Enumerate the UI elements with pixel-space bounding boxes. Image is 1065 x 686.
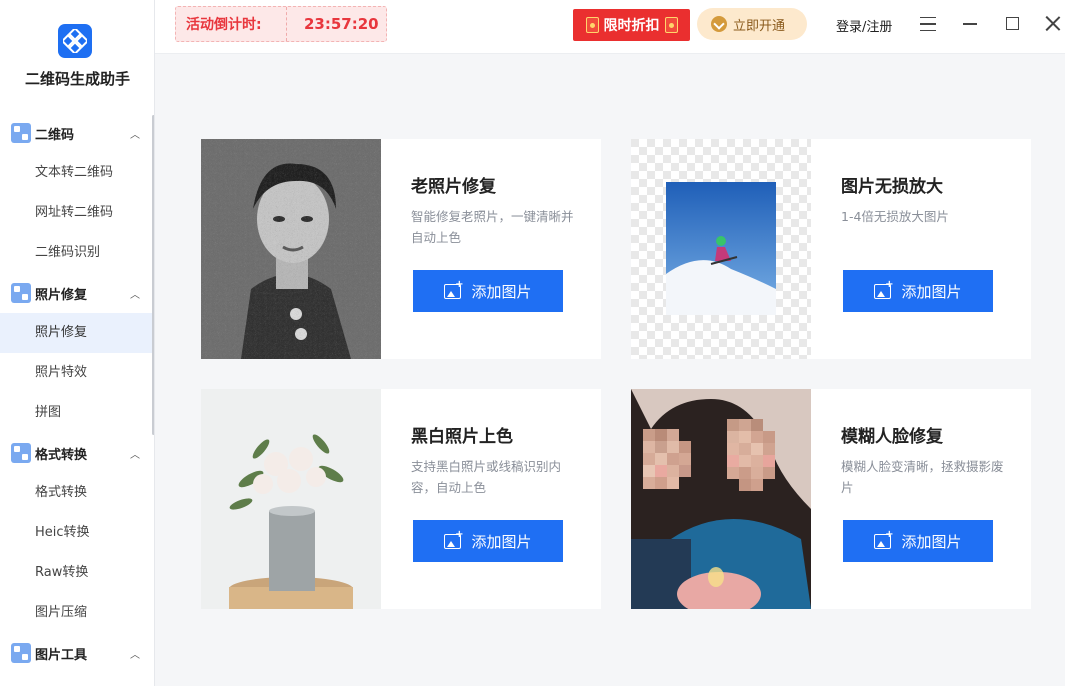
chevron-up-icon: ︿ bbox=[130, 650, 140, 661]
sidebar-item-image-compress[interactable]: 图片压缩 bbox=[0, 593, 152, 633]
discount-promo-button[interactable]: 限时折扣 bbox=[573, 9, 690, 41]
sidebar-item-url-to-qrcode[interactable]: 网址转二维码 bbox=[0, 193, 152, 233]
sidebar-item-format-convert[interactable]: 格式转换 bbox=[0, 473, 152, 513]
maximize-icon[interactable] bbox=[1006, 17, 1019, 30]
sidebar-item-photo-effects[interactable]: 照片特效 bbox=[0, 353, 152, 393]
chevron-up-icon: ︿ bbox=[130, 450, 140, 461]
sidebar-item-qrcode-scan[interactable]: 二维码识别 bbox=[0, 233, 152, 273]
chevron-up-icon: ︿ bbox=[130, 130, 140, 141]
card-description: 智能修复老照片，一键清晰并自动上色 bbox=[411, 209, 574, 245]
app-logo-icon bbox=[58, 24, 92, 58]
vip-open-label: 立即开通 bbox=[733, 18, 786, 34]
chevron-up-icon: ︿ bbox=[130, 290, 140, 301]
sidebar-item-photo-repair[interactable]: 照片修复 bbox=[0, 313, 152, 353]
add-image-button[interactable]: 添加图片 bbox=[843, 270, 993, 312]
sidebar-item-text-to-qrcode[interactable]: 文本转二维码 bbox=[0, 153, 152, 193]
qrcode-icon bbox=[11, 123, 31, 143]
sidebar-group-photo-repair[interactable]: 照片修复 ︿ bbox=[0, 273, 150, 313]
countdown-label: 活动倒计时: bbox=[186, 17, 262, 33]
add-image-label: 添加图片 bbox=[471, 282, 532, 301]
card-description: 1-4倍无损放大图片 bbox=[841, 209, 949, 224]
minimize-icon[interactable] bbox=[963, 23, 977, 25]
sidebar-scrollbar[interactable] bbox=[152, 115, 154, 435]
feature-card-colorize: 黑白照片上色 支持黑白照片或线稿识别内容，自动上色 添加图片 bbox=[201, 389, 601, 609]
add-image-icon bbox=[444, 279, 463, 299]
discount-promo-label: 限时折扣 bbox=[603, 18, 660, 34]
countdown-time: 23:57:20 bbox=[304, 15, 379, 33]
sidebar-item-collage[interactable]: 拼图 bbox=[0, 393, 152, 433]
sidebar-item-raw-convert[interactable]: Raw转换 bbox=[0, 553, 152, 593]
red-envelope-icon bbox=[664, 17, 678, 33]
convert-icon bbox=[11, 443, 31, 463]
countdown-banner: 活动倒计时: 23:57:20 bbox=[175, 6, 387, 42]
login-register-link[interactable]: 登录/注册 bbox=[836, 16, 892, 35]
card-description: 支持黑白照片或线稿识别内容，自动上色 bbox=[411, 459, 562, 495]
feature-card-old-photo-repair: 老照片修复 智能修复老照片，一键清晰并自动上色 添加图片 bbox=[201, 139, 601, 359]
sidebar-group-label: 二维码 bbox=[35, 127, 75, 143]
sidebar-item-heic-convert[interactable]: Heic转换 bbox=[0, 513, 152, 553]
sidebar-group-qrcode[interactable]: 二维码 ︿ bbox=[0, 113, 150, 153]
add-image-button[interactable]: 添加图片 bbox=[413, 520, 563, 562]
sidebar-group-image-tools[interactable]: 图片工具 ︿ bbox=[0, 633, 150, 673]
card-title: 老照片修复 bbox=[411, 177, 496, 197]
old-photo-thumbnail bbox=[201, 139, 381, 359]
close-icon[interactable] bbox=[1045, 15, 1061, 31]
add-image-label: 添加图片 bbox=[901, 282, 962, 301]
card-title: 图片无损放大 bbox=[841, 177, 943, 197]
card-description: 模糊人脸变清晰，拯救摄影废片 bbox=[841, 459, 1004, 495]
face-repair-thumbnail bbox=[631, 389, 811, 609]
upscale-thumbnail bbox=[631, 139, 811, 359]
feature-card-face-repair: 模糊人脸修复 模糊人脸变清晰，拯救摄影废片 添加图片 bbox=[631, 389, 1031, 609]
colorize-thumbnail bbox=[201, 389, 381, 609]
add-image-button[interactable]: 添加图片 bbox=[843, 520, 993, 562]
menu-icon[interactable] bbox=[920, 17, 936, 31]
image-tools-icon bbox=[11, 643, 31, 663]
countdown-divider bbox=[286, 7, 287, 41]
card-title: 模糊人脸修复 bbox=[841, 427, 943, 447]
vip-open-button[interactable]: 立即开通 bbox=[697, 8, 807, 40]
sidebar: 二维码生成助手 二维码 ︿ 文本转二维码 网址转二维码 二维码识别 照片修复 ︿… bbox=[0, 0, 155, 686]
diamond-icon bbox=[711, 16, 727, 32]
card-title: 黑白照片上色 bbox=[411, 427, 513, 447]
sidebar-group-format-convert[interactable]: 格式转换 ︿ bbox=[0, 433, 150, 473]
feature-card-lossless-upscale: 图片无损放大 1-4倍无损放大图片 添加图片 bbox=[631, 139, 1031, 359]
app-name: 二维码生成助手 bbox=[24, 70, 130, 88]
sidebar-group-label: 照片修复 bbox=[35, 287, 88, 303]
add-image-icon bbox=[444, 529, 463, 549]
add-image-icon bbox=[874, 279, 893, 299]
add-image-button[interactable]: 添加图片 bbox=[413, 270, 563, 312]
sidebar-group-label: 图片工具 bbox=[35, 647, 88, 663]
add-image-label: 添加图片 bbox=[471, 532, 532, 551]
add-image-label: 添加图片 bbox=[901, 532, 962, 551]
photo-icon bbox=[11, 283, 31, 303]
top-bar: 活动倒计时: 23:57:20 限时折扣 立即开通 登录/注册 bbox=[155, 0, 1065, 54]
add-image-icon bbox=[874, 529, 893, 549]
sidebar-group-label: 格式转换 bbox=[35, 447, 88, 463]
red-envelope-icon bbox=[585, 17, 599, 33]
